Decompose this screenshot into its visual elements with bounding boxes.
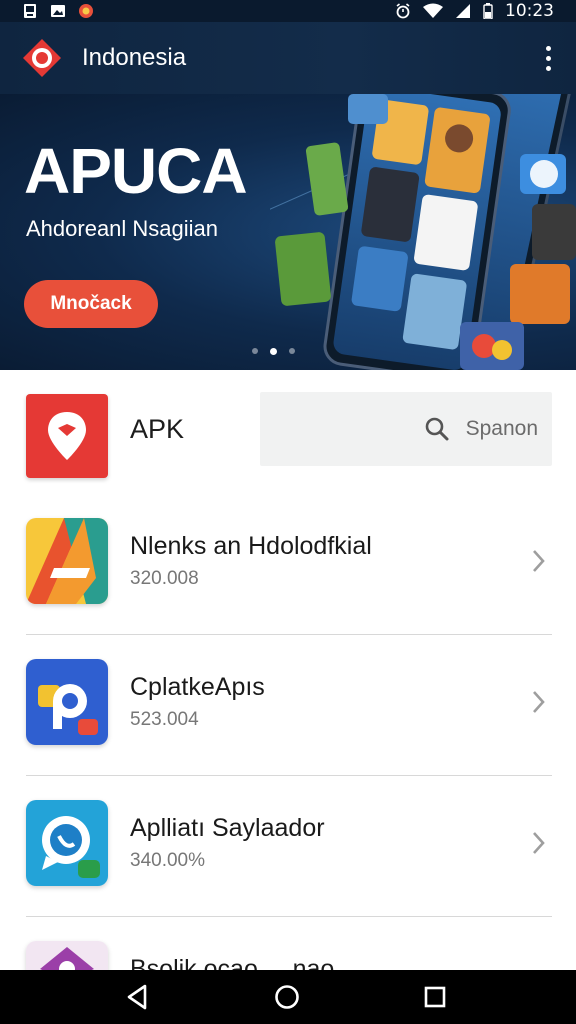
- home-icon[interactable]: [272, 982, 302, 1012]
- app-bar: Indonesia: [0, 22, 576, 94]
- blue-p-icon: [26, 659, 108, 745]
- image-notification-icon: [51, 5, 65, 17]
- system-indicators: 10:23: [395, 1, 554, 21]
- phones-collage-illustration: [270, 94, 576, 370]
- list-item[interactable]: Nlenks an Hdolodfkial 320.008: [0, 494, 576, 635]
- chat-bubble-icon: [26, 800, 108, 886]
- app-meta: 523.004: [130, 709, 199, 730]
- list-item[interactable]: CplatkeApıs 523.004: [0, 635, 576, 776]
- back-icon[interactable]: [122, 982, 152, 1012]
- triangle-a-icon: [26, 518, 108, 604]
- chevron-right-icon: [533, 691, 545, 713]
- map-pin-icon: [48, 412, 86, 460]
- search-placeholder: Spanon: [465, 417, 538, 440]
- alarm-icon: [396, 3, 410, 19]
- chevron-right-icon: [533, 550, 545, 572]
- app-name: Nlenks an Hdolodfkial: [130, 532, 372, 560]
- search-field[interactable]: Spanon: [260, 392, 552, 466]
- hero-subtitle: Ahdoreanl Nsagiian: [26, 216, 219, 241]
- carousel-dot[interactable]: [252, 348, 258, 354]
- app-meta: 320.008: [130, 568, 199, 589]
- status-bar: 10:23: [0, 0, 576, 22]
- menu-dot: [545, 65, 551, 71]
- app-name: CplatkeApıs: [130, 673, 265, 701]
- menu-dot: [545, 55, 551, 61]
- screen: 10:23 Indonesia APUCA Ahdoreanl Nsagiian…: [0, 0, 576, 1024]
- battery-icon: [483, 3, 493, 19]
- system-nav-bar: [0, 970, 576, 1024]
- header-row: APK Spanon: [26, 392, 552, 480]
- app-name: Aplliatı Saylaador: [130, 814, 325, 842]
- list-item[interactable]: Aplliatı Saylaador 340.00%: [0, 776, 576, 917]
- search-icon: [425, 417, 449, 441]
- wifi-icon: [423, 3, 443, 18]
- hero-banner[interactable]: APUCA Ahdoreanl Nsagiian Mnočack: [0, 94, 576, 370]
- status-time: 10:23: [505, 1, 554, 21]
- notification-icons: [22, 3, 94, 19]
- gallery-notification-icon: [24, 4, 36, 18]
- brand-logo-icon[interactable]: [26, 394, 108, 478]
- app-meta: 340.00%: [130, 850, 206, 871]
- carousel-dot[interactable]: [289, 348, 295, 354]
- app-logo-icon[interactable]: [22, 38, 62, 78]
- app-notification-icon: [79, 4, 93, 18]
- carousel-dot-active[interactable]: [270, 347, 277, 355]
- more-vert-icon[interactable]: [536, 38, 560, 78]
- brand-label: APK: [130, 414, 185, 444]
- chevron-right-icon: [533, 832, 545, 854]
- hero-title: APUCA: [24, 135, 248, 207]
- recents-icon[interactable]: [420, 982, 450, 1012]
- carousel-indicator[interactable]: [252, 347, 295, 355]
- hero-cta-button[interactable]: Mnočack: [24, 280, 158, 328]
- app-list: Nlenks an Hdolodfkial 320.008 CplatkeApı…: [0, 494, 576, 1024]
- content-sheet: APK Spanon Nlenks an Hdolodfkial 320.008…: [0, 370, 576, 1024]
- app-title: Indonesia: [82, 44, 187, 71]
- signal-icon: [456, 4, 470, 18]
- menu-dot: [545, 45, 551, 51]
